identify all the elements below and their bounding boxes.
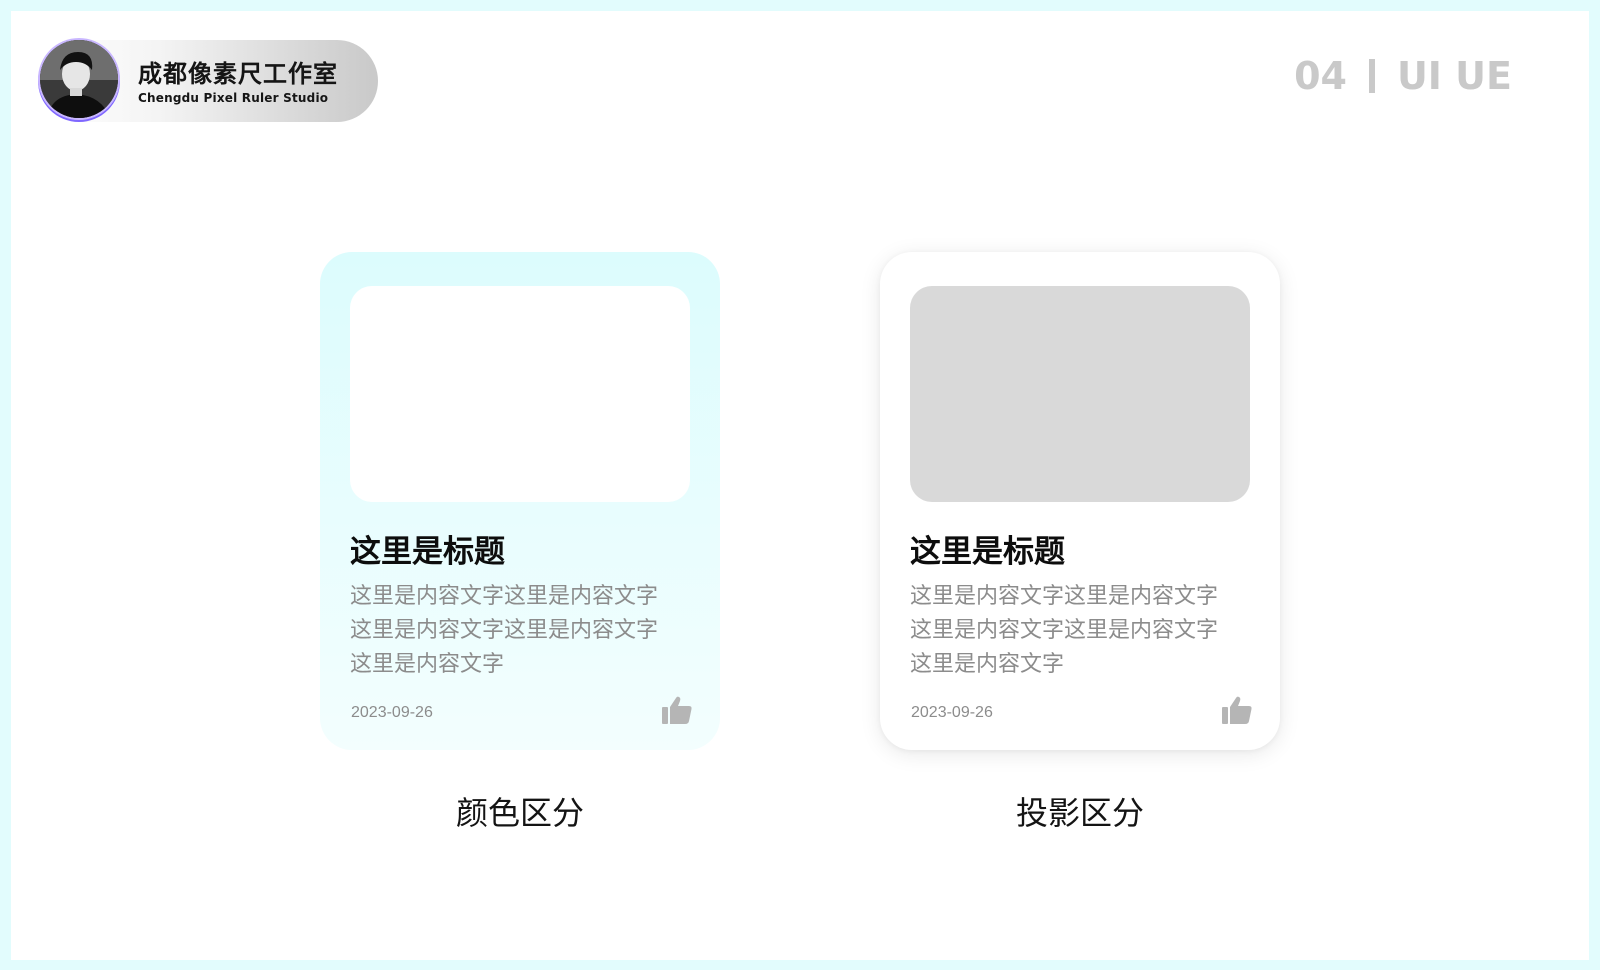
card-caption-shadow: 投影区分 (1015, 794, 1144, 832)
studio-badge: 成都像素尺工作室 Chengdu Pixel Ruler Studio (40, 40, 378, 122)
card-body-line: 这里是内容文字这里是内容文字 (350, 584, 659, 609)
avatar[interactable] (40, 40, 118, 118)
card-shadow-distinction[interactable]: 这里是标题 这里是内容文字这里是内容文字 这里是内容文字这里是内容文字 这里是内… (880, 252, 1280, 750)
card-body-line: 这里是内容文字这里是内容文字 (350, 618, 659, 643)
avatar-photo-icon (40, 40, 118, 118)
thumbs-up-icon[interactable] (1222, 696, 1252, 724)
page-section: UI UE (1396, 54, 1512, 98)
card-caption-color: 颜色区分 (455, 794, 584, 832)
card-body: 这里是内容文字这里是内容文字 这里是内容文字这里是内容文字 这里是内容文字 (350, 580, 695, 682)
page-frame (11, 11, 1589, 960)
card-date: 2023-09-26 (351, 704, 433, 721)
card-title: 这里是标题 (350, 534, 505, 570)
card-date: 2023-09-26 (911, 704, 993, 721)
card-color-distinction[interactable]: 这里是标题 这里是内容文字这里是内容文字 这里是内容文字这里是内容文字 这里是内… (320, 252, 720, 750)
card-body-line: 这里是内容文字这里是内容文字 (910, 618, 1219, 643)
card-body: 这里是内容文字这里是内容文字 这里是内容文字这里是内容文字 这里是内容文字 (910, 580, 1255, 682)
studio-name: 成都像素尺工作室 (138, 60, 338, 88)
card-title: 这里是标题 (910, 534, 1065, 570)
studio-name-en: Chengdu Pixel Ruler Studio (138, 91, 329, 105)
page-separator (1368, 59, 1375, 93)
card-body-line: 这里是内容文字这里是内容文字 (910, 584, 1219, 609)
page-number: 04 (1294, 54, 1347, 98)
card-image-placeholder (350, 286, 690, 502)
thumbs-up-icon[interactable] (662, 696, 692, 724)
page-indicator: 04 UI UE (1294, 54, 1512, 98)
card-image-placeholder (910, 286, 1250, 502)
card-body-line: 这里是内容文字 (350, 652, 505, 677)
card-body-line: 这里是内容文字 (910, 652, 1065, 677)
